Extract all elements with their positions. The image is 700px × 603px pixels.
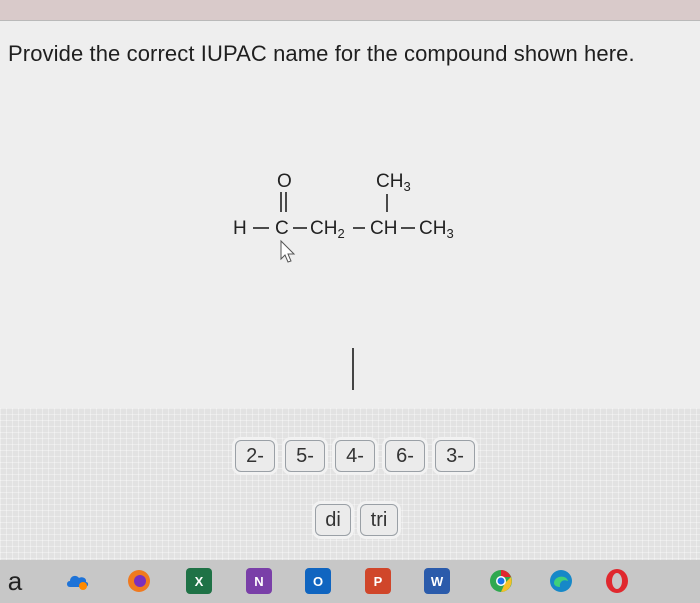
ch2-group: CH2: [310, 218, 345, 241]
tile-tri[interactable]: tri: [360, 504, 398, 536]
tile-2-prefix[interactable]: 2-: [235, 440, 275, 472]
tile-4-prefix[interactable]: 4-: [335, 440, 375, 472]
answer-tile-area: [0, 408, 700, 560]
tile-5-prefix[interactable]: 5-: [285, 440, 325, 472]
tile-3-prefix[interactable]: 3-: [435, 440, 475, 472]
terminal-methyl: CH3: [419, 218, 454, 241]
onenote-icon[interactable]: N: [246, 568, 272, 594]
question-text: Provide the correct IUPAC name for the c…: [8, 41, 635, 66]
firefox-icon[interactable]: [126, 568, 152, 594]
word-icon[interactable]: W: [424, 568, 450, 594]
taskbar-letter: a: [7, 565, 23, 596]
text-cursor: [352, 348, 354, 390]
cloud-drive-icon[interactable]: [64, 568, 90, 594]
opera-icon[interactable]: [604, 568, 630, 594]
excel-icon[interactable]: X: [186, 568, 212, 594]
edge-icon[interactable]: [548, 568, 574, 594]
tile-6-prefix[interactable]: 6-: [385, 440, 425, 472]
taskbar: a X N O P W: [0, 560, 700, 603]
chrome-icon[interactable]: [488, 568, 514, 594]
oxygen-atom: O: [277, 171, 292, 192]
tile-di[interactable]: di: [315, 504, 351, 536]
mouse-pointer-icon: [280, 239, 296, 263]
hydrogen-atom: H: [233, 218, 247, 239]
window-top-strip: [0, 0, 700, 20]
structural-formula: O CH3 H C CH2 CH CH3: [233, 171, 454, 263]
methyl-branch: CH3: [376, 171, 411, 194]
outlook-icon[interactable]: O: [305, 568, 331, 594]
powerpoint-icon[interactable]: P: [365, 568, 391, 594]
ch-group: CH: [370, 218, 397, 239]
carbonyl-carbon: C: [275, 218, 289, 239]
